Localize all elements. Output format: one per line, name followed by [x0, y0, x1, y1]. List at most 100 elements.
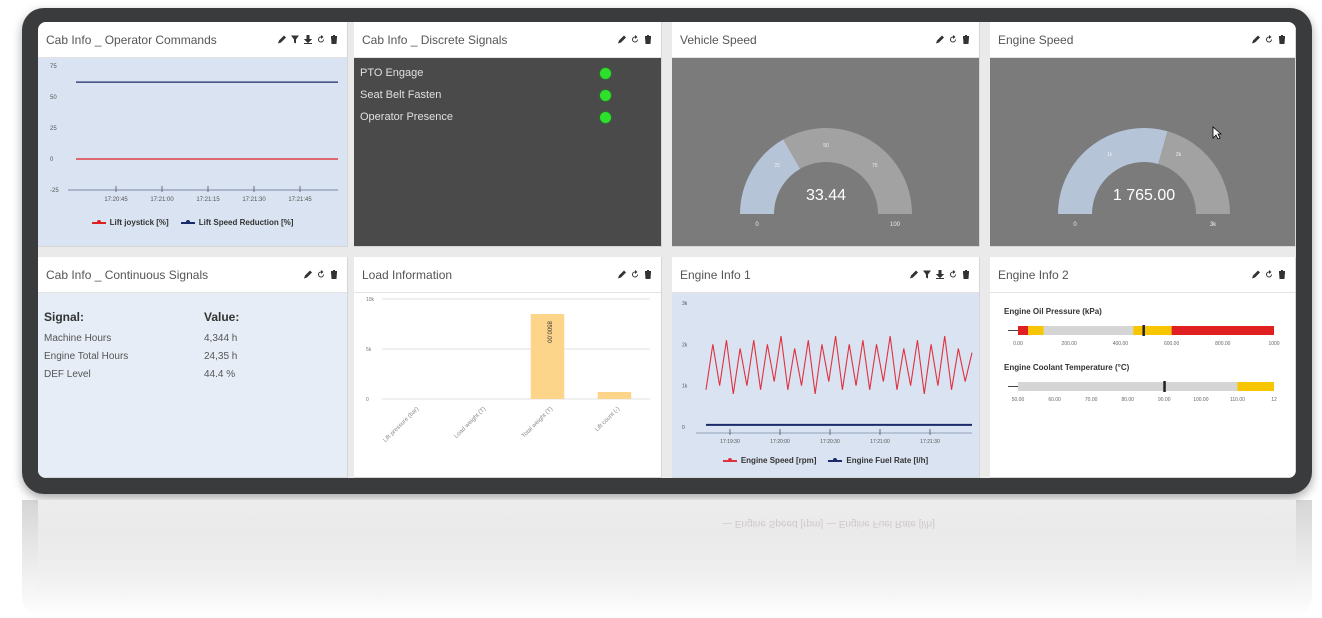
panel-toolbar	[277, 34, 339, 46]
x-tick-label: 17:21:00	[150, 197, 174, 203]
filter-icon[interactable]	[290, 34, 300, 46]
y-tick-label: 25	[50, 126, 57, 132]
legend-item[interactable]: Engine Fuel Rate [l/h]	[828, 456, 928, 465]
gauge-marker	[1142, 325, 1145, 336]
reflection-text: — Engine Speed [rpm] — Engine Fuel Rate …	[722, 518, 935, 529]
status-indicator	[600, 111, 611, 123]
refresh-icon[interactable]	[948, 34, 958, 46]
panel-engine-info-1: Engine Info 1 3k 2k 1k 0 17:19:30 17:20:00 17:…	[672, 257, 980, 478]
panel-header: Cab Info _ Operator Commands	[38, 22, 347, 58]
gauge-tick-label: 50.00	[1012, 397, 1025, 403]
coolant-temperature-gauge: 50.00 60.00 70.00 80.00 90.00 100.00 110.00 12	[1008, 381, 1277, 403]
panel-toolbar	[617, 269, 653, 281]
panel-toolbar	[1251, 269, 1287, 281]
x-tick-label: 17:21:00	[870, 439, 890, 445]
panel-header: Engine Info 1	[672, 257, 979, 293]
panel-title: Vehicle Speed	[680, 32, 757, 47]
filter-icon[interactable]	[922, 269, 932, 281]
refresh-icon[interactable]	[316, 34, 326, 46]
engine-speed-gauge: 1k 2k 0 3k 1 765.00	[1058, 127, 1230, 228]
gauge-tick-label: 90.00	[1158, 397, 1171, 403]
panel-title: Engine Speed	[998, 32, 1074, 47]
x-tick-label: 17:21:45	[288, 197, 312, 203]
series-line	[705, 335, 973, 395]
edit-icon[interactable]	[1251, 34, 1261, 46]
panel-title: Cab Info _ Operator Commands	[46, 32, 217, 47]
panel-toolbar	[1251, 34, 1287, 46]
download-icon[interactable]	[935, 269, 945, 281]
table-header: Signal: Value:	[44, 310, 240, 324]
panel-title: Cab Info _ Discrete Signals	[362, 32, 508, 47]
panel-operator-commands: Cab Info _ Operator Commands 75 50 25 0 -25 1…	[38, 22, 348, 247]
edit-icon[interactable]	[303, 269, 313, 281]
edit-icon[interactable]	[617, 269, 627, 281]
delete-icon[interactable]	[329, 269, 339, 281]
chart-legend: Engine Speed [rpm] Engine Fuel Rate [l/h…	[672, 456, 979, 465]
legend-item[interactable]: Lift Speed Reduction [%]	[180, 218, 293, 227]
screen-reflection: — Engine Speed [rpm] — Engine Fuel Rate …	[22, 500, 1312, 618]
delete-icon[interactable]	[1277, 34, 1287, 46]
engine-info-1-chart: 3k 2k 1k 0 17:19:30 17:20:00 17:20:30 17:21:00 1…	[682, 301, 973, 445]
signal-row: Operator Presence	[354, 106, 661, 128]
refresh-icon[interactable]	[1264, 34, 1274, 46]
panel-vehicle-speed: Vehicle Speed 25 50 75 0 100 33.44	[672, 22, 980, 247]
refresh-icon[interactable]	[630, 269, 640, 281]
panel-body: Signal: Value: Machine Hours 4,344 h Engin…	[38, 293, 347, 477]
gauge-background-arc	[783, 128, 912, 214]
gauge-title: Engine Coolant Temperature (°C)	[1004, 363, 1130, 372]
panel-body: Engine Oil Pressure (kPa) 0.00 200.00 400.…	[990, 293, 1295, 477]
gauge-tick-label: 800.00	[1215, 341, 1231, 347]
delete-icon[interactable]	[1277, 269, 1287, 281]
delete-icon[interactable]	[643, 34, 653, 46]
gauge-band	[1018, 382, 1238, 391]
x-tick-label: 17:20:30	[820, 439, 840, 445]
gauge-value: 33.44	[806, 187, 846, 204]
refresh-icon[interactable]	[948, 269, 958, 281]
edit-icon[interactable]	[617, 34, 627, 46]
gauge-band	[1133, 326, 1172, 335]
legend-item[interactable]: Lift joystick [%]	[91, 218, 169, 227]
panel-title: Cab Info _ Continuous Signals	[46, 267, 209, 282]
x-tick-label: 17:20:45	[104, 197, 128, 203]
category-label: Lift count (-)	[594, 406, 621, 433]
delete-icon[interactable]	[961, 269, 971, 281]
panel-toolbar	[909, 269, 971, 281]
legend-item[interactable]: Engine Speed [rpm]	[722, 456, 816, 465]
gauge-band	[1043, 326, 1134, 335]
panel-discrete-signals: Cab Info _ Discrete Signals PTO Engage S…	[354, 22, 662, 247]
y-tick-label: -25	[50, 188, 59, 194]
signal-row: PTO Engage	[354, 62, 661, 84]
y-tick-label: 0	[366, 397, 369, 403]
y-tick-label: 5k	[366, 347, 372, 353]
gauge-tick-label: 110.00	[1230, 397, 1245, 403]
refresh-icon[interactable]	[1264, 269, 1274, 281]
gauge-title: Engine Oil Pressure (kPa)	[1004, 307, 1102, 316]
gauge-tick-label: 25	[774, 163, 780, 169]
gauge-min-label: 0	[1073, 222, 1077, 228]
gauge-tick-label: 200.00	[1062, 341, 1078, 347]
x-tick-label: 17:19:30	[720, 439, 740, 445]
delete-icon[interactable]	[643, 269, 653, 281]
edit-icon[interactable]	[935, 34, 945, 46]
gauge-tick-label: 1000	[1268, 341, 1279, 347]
download-icon[interactable]	[303, 34, 313, 46]
refresh-icon[interactable]	[630, 34, 640, 46]
y-tick-label: 0	[50, 157, 54, 163]
signal-row: Seat Belt Fasten	[354, 84, 661, 106]
y-tick-label: 75	[50, 64, 57, 70]
delete-icon[interactable]	[961, 34, 971, 46]
gauge-max-label: 100	[890, 222, 901, 228]
delete-icon[interactable]	[329, 34, 339, 46]
gauge-tick-label: 80.00	[1121, 397, 1134, 403]
edit-icon[interactable]	[277, 34, 287, 46]
edit-icon[interactable]	[1251, 269, 1261, 281]
y-tick-label: 2k	[682, 342, 688, 348]
bar	[597, 392, 632, 399]
gauge-max-label: 3k	[1210, 222, 1217, 228]
x-tick-label: 17:21:15	[196, 197, 220, 203]
panel-title: Engine Info 2	[998, 267, 1069, 282]
gauge-tick-label: 400.00	[1113, 341, 1129, 347]
dashboard-screen: Cab Info _ Operator Commands 75 50 25 0 -25 1…	[38, 22, 1296, 478]
refresh-icon[interactable]	[316, 269, 326, 281]
edit-icon[interactable]	[909, 269, 919, 281]
